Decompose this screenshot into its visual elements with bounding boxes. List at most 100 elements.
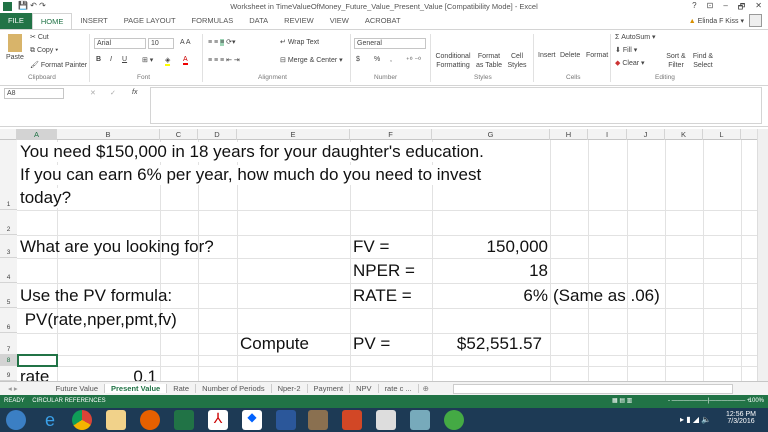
column-header-g[interactable]: G (432, 129, 550, 140)
row-header-6[interactable]: 6 (0, 308, 17, 333)
cell-a6[interactable]: PV(rate,nper,pmt,fv) (20, 310, 177, 330)
cell-a1-line1[interactable]: You need $150,000 in 18 years for your d… (20, 142, 484, 162)
wrap-text-button[interactable]: ↵ Wrap Text (280, 38, 319, 46)
cell-a9[interactable]: rate (20, 367, 49, 381)
horizontal-scrollbar[interactable] (452, 383, 733, 394)
merge-center-button[interactable]: ⊟ Merge & Center ▾ (280, 56, 343, 64)
selected-cell-a8[interactable] (17, 354, 58, 367)
vertical-scrollbar[interactable] (757, 129, 768, 381)
clock[interactable]: 12:56 PM 7/3/2016 (726, 411, 756, 425)
font-grow-shrink[interactable]: A A (180, 39, 191, 46)
clear-button[interactable]: ◆ Clear ▾ (615, 59, 645, 67)
avatar[interactable] (749, 14, 762, 27)
column-header-c[interactable]: C (160, 129, 198, 140)
column-header-j[interactable]: J (627, 129, 665, 140)
cell-a1-line3[interactable]: today? (20, 188, 72, 208)
sheet-tab-future-value[interactable]: Future Value (50, 384, 106, 393)
column-header-a[interactable]: A (17, 129, 57, 140)
font-name-select[interactable]: Arial (94, 38, 146, 49)
insert-function-icon[interactable]: fx (132, 89, 137, 96)
tray-icons[interactable]: ▸ ▮ ◢ 🔈 (680, 415, 711, 424)
bold-button[interactable]: B (96, 56, 101, 63)
column-header-k[interactable]: K (665, 129, 703, 140)
cell-f7[interactable]: PV = (353, 334, 390, 354)
sheet-tab-npv[interactable]: NPV (350, 384, 379, 393)
find-select-button[interactable]: Find & Select (690, 52, 716, 70)
excel-taskbar-icon[interactable] (174, 410, 194, 430)
insert-cells-button[interactable]: Insert (538, 52, 556, 59)
column-header-d[interactable]: D (198, 129, 237, 140)
column-header-b[interactable]: B (57, 129, 160, 140)
copy-button[interactable]: ⧉ Copy ▾ (30, 47, 58, 55)
row-header-1[interactable]: 1 (0, 140, 17, 210)
solitaire-icon[interactable] (376, 410, 396, 430)
cell-styles-button[interactable]: Cell Styles (506, 52, 528, 70)
tab-insert[interactable]: INSERT (72, 13, 115, 29)
cell-f5[interactable]: RATE = (353, 286, 412, 306)
row-header-4[interactable]: 4 (0, 258, 17, 283)
conditional-formatting-button[interactable]: Conditional Formatting (434, 52, 472, 70)
fill-button[interactable]: ⬇ Fill ▾ (615, 46, 637, 54)
app-icon[interactable] (308, 410, 328, 430)
percent-button[interactable]: % (374, 56, 380, 63)
zoom-slider[interactable]: - ——————|—————— + (668, 395, 750, 408)
cell-a1-line2[interactable]: If you can earn 6% per year, how much do… (20, 165, 482, 185)
comma-button[interactable]: , (390, 56, 392, 63)
cut-button[interactable]: ✂ Cut (30, 33, 49, 41)
cell-g5[interactable]: 6% (432, 286, 548, 306)
sheet-nav-arrows[interactable]: ◂ ▸ (0, 384, 26, 393)
tab-file[interactable]: FILE (0, 13, 32, 29)
format-cells-button[interactable]: Format (586, 52, 608, 59)
powerpoint-icon[interactable] (342, 410, 362, 430)
control-panel-icon[interactable] (410, 410, 430, 430)
ie-icon[interactable]: e (40, 410, 60, 430)
word-icon[interactable] (276, 410, 296, 430)
sheet-tab-present-value[interactable]: Present Value (105, 384, 168, 393)
cell-g3[interactable]: 150,000 (432, 237, 548, 257)
recycle-icon[interactable] (444, 410, 464, 430)
cell-f4[interactable]: NPER = (353, 261, 415, 281)
tab-review[interactable]: REVIEW (276, 13, 322, 29)
cell-b9[interactable]: 0.1 (57, 367, 157, 381)
cell-f3[interactable]: FV = (353, 237, 389, 257)
font-size-select[interactable]: 10 (148, 38, 174, 49)
tab-data[interactable]: DATA (241, 13, 276, 29)
sheet-tab-payment[interactable]: Payment (308, 384, 351, 393)
formula-input[interactable] (150, 87, 762, 124)
format-as-table-button[interactable]: Format as Table (474, 52, 504, 70)
font-color-icon[interactable]: A (183, 56, 188, 65)
cell-a5[interactable]: Use the PV formula: (20, 286, 172, 306)
cell-g7[interactable]: $52,551.57 (432, 334, 542, 354)
sheet-tab-rate[interactable]: Rate (167, 384, 197, 393)
view-buttons[interactable]: ▦ ▤ ▥ (612, 395, 632, 408)
cell-g4[interactable]: 18 (432, 261, 548, 281)
acrobat-icon[interactable]: ⅄ (208, 410, 228, 430)
tab-acrobat[interactable]: ACROBAT (357, 13, 409, 29)
row-header-3[interactable]: 3 (0, 235, 17, 258)
delete-cells-button[interactable]: Delete (560, 52, 580, 59)
cell-h5[interactable]: (Same as .06) (553, 286, 660, 306)
sheet-tab-rate-c[interactable]: rate c ... (379, 384, 419, 393)
tab-view[interactable]: VIEW (322, 13, 357, 29)
column-header-e[interactable]: E (237, 129, 350, 140)
format-painter-button[interactable]: 🖌 Format Painter (30, 61, 87, 69)
sheet-tab-nper-2[interactable]: Nper-2 (272, 384, 308, 393)
underline-button[interactable]: U (122, 56, 127, 63)
align-top-icons[interactable]: ≡ ≡ ≡ ⟳▾ (208, 38, 235, 46)
row-header-2[interactable]: 2 (0, 210, 17, 235)
fill-color-icon[interactable]: ◈ (165, 56, 171, 66)
cell-a3[interactable]: What are you looking for? (20, 237, 214, 257)
sheet-tab-number-of-periods[interactable]: Number of Periods (196, 384, 272, 393)
tab-page-layout[interactable]: PAGE LAYOUT (116, 13, 184, 29)
paste-button[interactable]: Paste (6, 54, 24, 61)
column-header-f[interactable]: F (350, 129, 432, 140)
column-header-i[interactable]: I (588, 129, 627, 140)
currency-button[interactable]: $ (356, 56, 360, 63)
add-sheet-icon[interactable]: ⊕ (419, 384, 433, 393)
start-button-icon[interactable] (6, 410, 26, 430)
enter-icon[interactable]: ✓ (110, 89, 116, 97)
number-format-select[interactable]: General (354, 38, 426, 49)
row-header-5[interactable]: 5 (0, 283, 17, 308)
dropbox-icon[interactable]: ◆ (242, 410, 262, 430)
row-header-9[interactable]: 9 (0, 366, 17, 381)
